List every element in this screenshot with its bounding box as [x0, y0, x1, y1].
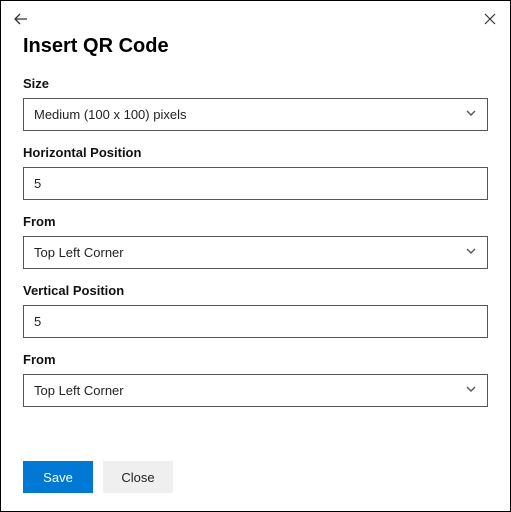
size-label: Size — [23, 76, 488, 91]
horizontal-from-select[interactable]: Top Left Corner — [23, 236, 488, 269]
vertical-from-value: Top Left Corner — [34, 383, 124, 398]
dialog-title: Insert QR Code — [23, 35, 488, 58]
dialog-content: Insert QR Code Size Medium (100 x 100) p… — [1, 29, 510, 407]
back-arrow-icon — [13, 11, 29, 27]
close-button[interactable]: Close — [103, 461, 173, 493]
horizontal-from-label: From — [23, 214, 488, 229]
dialog-footer: Save Close — [23, 461, 173, 493]
title-bar — [1, 1, 510, 29]
size-select-value: Medium (100 x 100) pixels — [34, 107, 186, 122]
close-icon — [483, 12, 497, 26]
horizontal-position-input[interactable] — [23, 167, 488, 200]
horizontal-position-label: Horizontal Position — [23, 145, 488, 160]
horizontal-from-value: Top Left Corner — [34, 245, 124, 260]
save-button[interactable]: Save — [23, 461, 93, 493]
close-window-button[interactable] — [480, 9, 500, 29]
vertical-from-label: From — [23, 352, 488, 367]
vertical-position-label: Vertical Position — [23, 283, 488, 298]
vertical-from-select[interactable]: Top Left Corner — [23, 374, 488, 407]
vertical-position-input[interactable] — [23, 305, 488, 338]
chevron-down-icon — [465, 383, 477, 398]
chevron-down-icon — [465, 107, 477, 122]
chevron-down-icon — [465, 245, 477, 260]
size-select[interactable]: Medium (100 x 100) pixels — [23, 98, 488, 131]
back-button[interactable] — [11, 9, 31, 29]
